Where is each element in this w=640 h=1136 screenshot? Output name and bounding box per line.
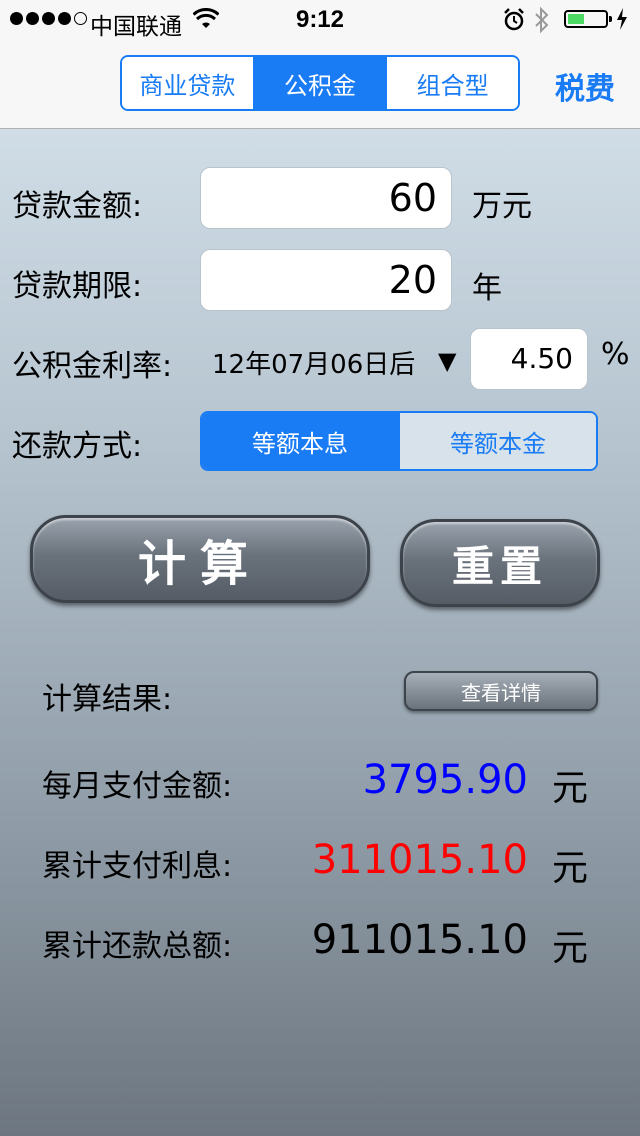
loan-amount-unit: 万元: [472, 189, 532, 224]
rate-date-selector[interactable]: 12年07月06日后: [212, 344, 415, 381]
loan-term-label: 贷款期限:: [12, 269, 143, 304]
tab-combined[interactable]: 组合型: [385, 57, 518, 109]
charging-icon: [617, 8, 627, 30]
monthly-payment-unit: 元: [552, 768, 589, 809]
status-bar: 中国联通 9:12: [0, 0, 640, 40]
calculate-button[interactable]: 计算: [30, 515, 370, 603]
view-details-button[interactable]: 查看详情: [404, 671, 598, 711]
method-equal-installment[interactable]: 等额本息: [202, 413, 398, 469]
calculator-panel: 贷款金额: 60 万元 贷款期限: 20 年 公积金利率: 12年07月06日后…: [0, 129, 640, 1136]
loan-term-input[interactable]: 20: [200, 249, 452, 311]
reset-button[interactable]: 重置: [400, 519, 600, 607]
total-repayment-value: 911015.10: [311, 917, 528, 963]
loan-amount-label: 贷款金额:: [12, 189, 143, 224]
navigation-bar: 商业贷款 公积金 组合型 税费: [0, 40, 640, 129]
bluetooth-icon: [535, 6, 549, 34]
results-title: 计算结果:: [42, 682, 173, 717]
repayment-method-label: 还款方式:: [12, 429, 143, 464]
repayment-method-segmented-control: 等额本息 等额本金: [200, 411, 598, 471]
battery-icon: [564, 10, 612, 28]
method-equal-principal[interactable]: 等额本金: [398, 413, 596, 469]
alarm-icon: [504, 8, 524, 31]
monthly-payment-label: 每月支付金额:: [42, 769, 233, 804]
monthly-payment-value: 3795.90: [362, 757, 528, 803]
total-repayment-label: 累计还款总额:: [42, 929, 233, 964]
tab-commercial-loan[interactable]: 商业贷款: [122, 57, 253, 109]
total-repayment-unit: 元: [552, 928, 589, 969]
dropdown-triangle-icon[interactable]: ▼: [438, 347, 456, 375]
total-interest-label: 累计支付利息:: [42, 849, 233, 884]
loan-term-unit: 年: [472, 271, 502, 306]
loan-type-segmented-control: 商业贷款 公积金 组合型: [120, 55, 520, 111]
rate-unit: %: [601, 337, 630, 372]
total-interest-value: 311015.10: [311, 837, 528, 883]
rate-label: 公积金利率:: [12, 349, 173, 384]
rate-input[interactable]: 4.50: [470, 328, 588, 390]
tax-button[interactable]: 税费: [555, 64, 615, 108]
loan-amount-input[interactable]: 60: [200, 167, 452, 229]
total-interest-unit: 元: [552, 848, 589, 889]
tab-provident-fund[interactable]: 公积金: [252, 57, 386, 109]
